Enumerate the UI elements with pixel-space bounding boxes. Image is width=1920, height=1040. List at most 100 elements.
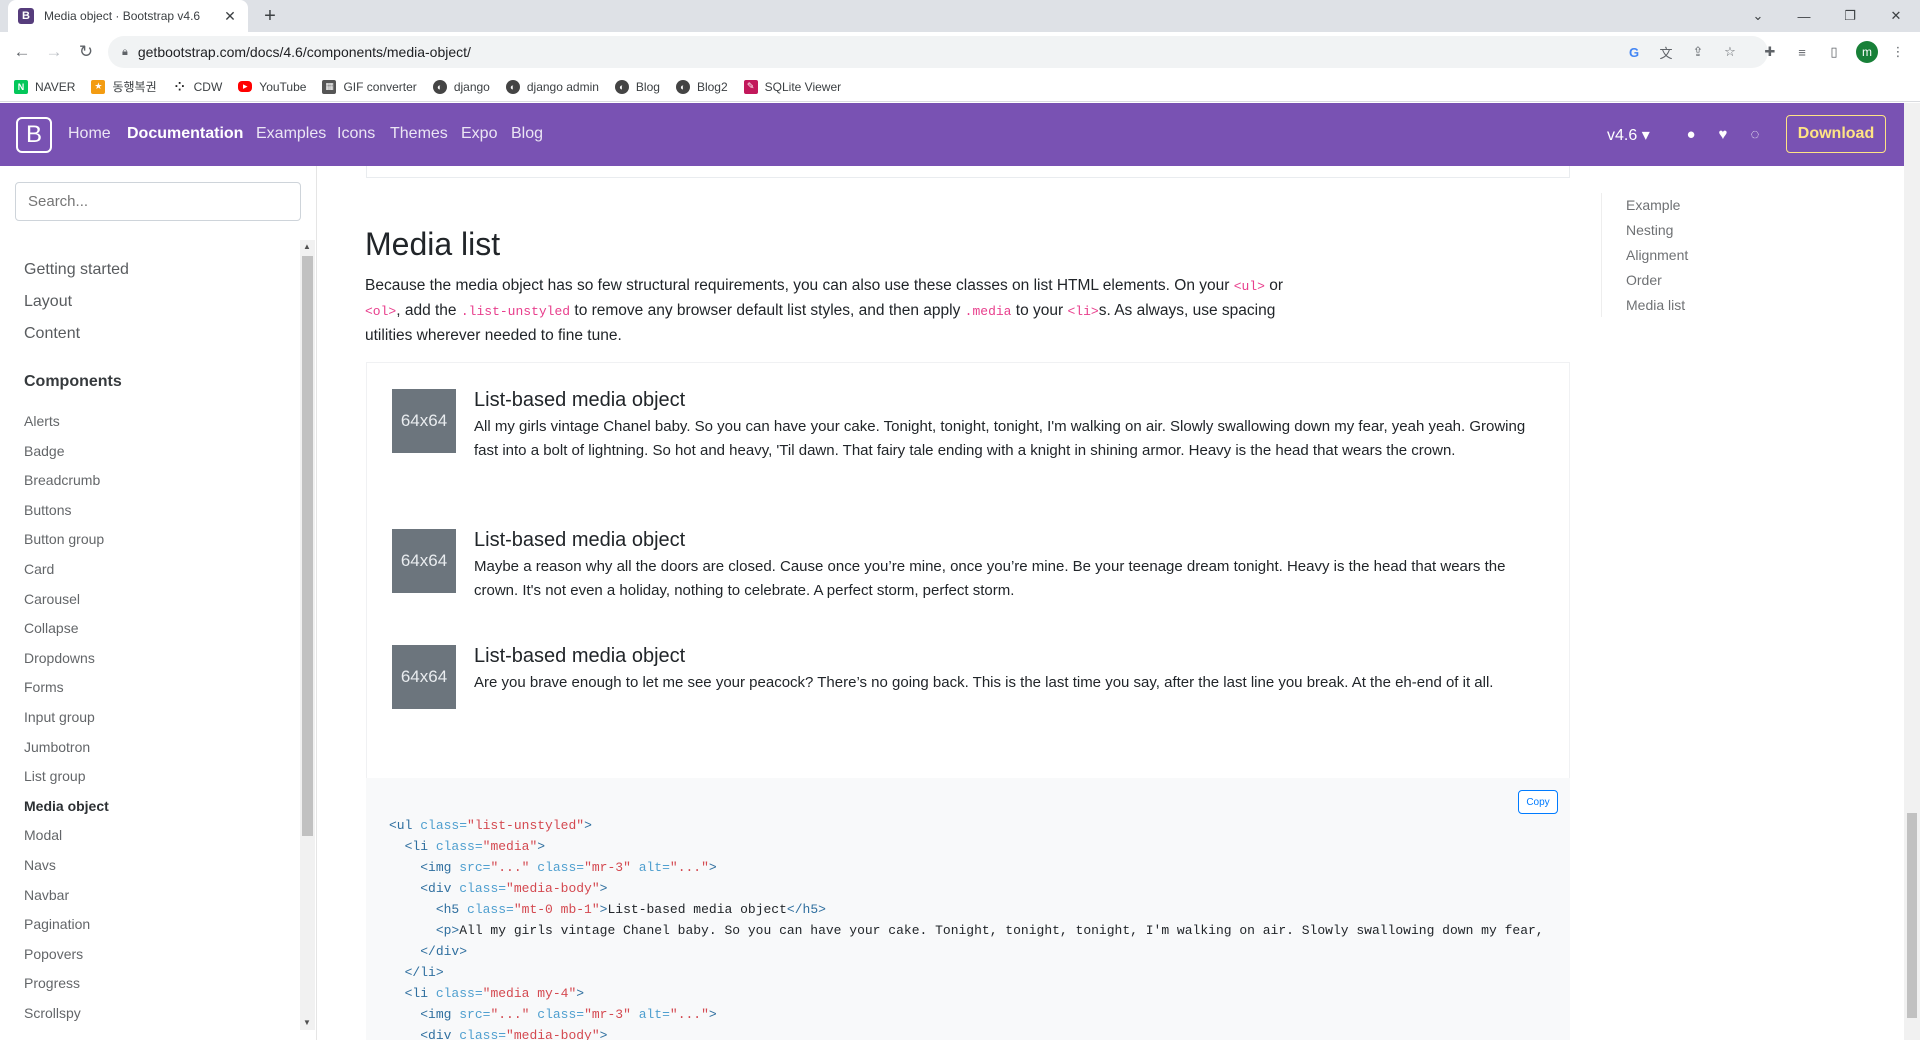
bookmark-gif-converter[interactable]: ▦ GIF converter (322, 79, 417, 94)
sidebar-item-buttons[interactable]: Buttons (24, 502, 71, 518)
bookmark-django[interactable]: ◐ django (432, 79, 490, 94)
sidebar-scrollbar[interactable]: ▲ ▼ (300, 240, 315, 1030)
sidebar-item-button-group[interactable]: Button group (24, 531, 104, 547)
media-body: List-based media object Maybe a reason w… (474, 529, 1544, 603)
sidebar-item-pagination[interactable]: Pagination (24, 916, 90, 932)
globe-icon: ◐ (505, 79, 520, 94)
bookmark-star-icon[interactable]: ☆ (1720, 42, 1740, 62)
example-preview: 64x64 List-based media object All my gir… (366, 362, 1570, 778)
sidebar-item-breadcrumb[interactable]: Breadcrumb (24, 472, 100, 488)
nav-examples[interactable]: Examples (256, 125, 326, 143)
bookmark-blog2[interactable]: ◐ Blog2 (675, 79, 728, 94)
browser-tab[interactable]: B Media object · Bootstrap v4.6 ✕ (8, 0, 248, 32)
translate-icon[interactable]: 文 (1656, 42, 1676, 62)
restore-icon[interactable]: ❐ (1827, 0, 1873, 32)
scroll-down-icon[interactable]: ▼ (303, 1018, 311, 1027)
bookmark-cdw[interactable]: ⁘ CDW (172, 79, 222, 94)
twitter-icon[interactable]: ♥ (1712, 123, 1734, 145)
new-tab-plus-icon[interactable]: + (258, 4, 282, 28)
sidebar-item-navbar[interactable]: Navbar (24, 887, 69, 903)
github-icon[interactable]: ● (1680, 123, 1702, 145)
side-panel-icon[interactable]: ▯ (1824, 42, 1844, 62)
sidebar-item-media-object[interactable]: Media object (24, 798, 109, 814)
media-text: Are you brave enough to let me see your … (474, 674, 1494, 691)
sidebar-item-collapse[interactable]: Collapse (24, 620, 78, 636)
version-dropdown[interactable]: v4.6 ▾ (1607, 125, 1650, 145)
page-scrollbar-thumb[interactable] (1907, 813, 1917, 1018)
nav-home[interactable]: Home (68, 125, 111, 143)
placeholder-image: 64x64 (392, 389, 456, 453)
sidebar-item-list-group[interactable]: List group (24, 768, 85, 784)
sidebar-section-layout[interactable]: Layout (24, 293, 72, 311)
slack-icon[interactable]: ◌ (1744, 123, 1766, 145)
forward-arrow-icon[interactable]: → (42, 40, 66, 64)
sidebar-item-progress[interactable]: Progress (24, 975, 80, 991)
reading-list-icon[interactable]: ≡ (1792, 42, 1812, 62)
reload-icon[interactable]: ↻ (74, 40, 98, 64)
toc-nesting[interactable]: Nesting (1626, 218, 1688, 243)
sidebar-item-input-group[interactable]: Input group (24, 709, 95, 725)
nav-themes[interactable]: Themes (390, 125, 448, 143)
sidebar-scrollbar-thumb[interactable] (302, 256, 313, 836)
media-text: Maybe a reason why all the doors are clo… (474, 558, 1506, 599)
copy-button[interactable]: Copy (1518, 790, 1558, 814)
toc-alignment[interactable]: Alignment (1626, 243, 1688, 268)
share-icon[interactable]: ⇪ (1688, 42, 1708, 62)
media-text: All my girls vintage Chanel baby. So you… (474, 418, 1526, 459)
page-scrollbar[interactable] (1904, 103, 1920, 1040)
sidebar-item-popovers[interactable]: Popovers (24, 946, 83, 962)
toc-order[interactable]: Order (1626, 268, 1688, 293)
sidebar-item-badge[interactable]: Badge (24, 443, 64, 459)
media-title: List-based media object (474, 529, 686, 551)
sidebar-item-card[interactable]: Card (24, 561, 54, 577)
bookmark-naver[interactable]: N NAVER (14, 79, 75, 94)
url-text: getbootstrap.com/docs/4.6/components/med… (137, 44, 471, 60)
extensions-puzzle-icon[interactable]: ✚ (1760, 42, 1780, 62)
globe-icon: ◐ (675, 79, 690, 94)
nav-documentation[interactable]: Documentation (127, 125, 243, 143)
sidebar-item-carousel[interactable]: Carousel (24, 591, 80, 607)
search-input[interactable] (15, 182, 301, 221)
bookmark-sqlite-viewer[interactable]: ✎ SQLite Viewer (743, 79, 841, 94)
previous-example-edge (366, 166, 1570, 178)
tab-search-chevron-icon[interactable]: ⌄ (1735, 0, 1781, 32)
table-of-contents: Example Nesting Alignment Order Media li… (1601, 193, 1688, 317)
nav-expo[interactable]: Expo (461, 125, 497, 143)
naver-icon: N (14, 79, 28, 94)
bootstrap-logo-icon[interactable]: B (16, 117, 52, 153)
download-button[interactable]: Download (1786, 115, 1886, 153)
profile-avatar[interactable]: m (1856, 41, 1878, 63)
sidebar-section-components[interactable]: Components (24, 373, 122, 391)
sidebar-section-getting-started[interactable]: Getting started (24, 261, 129, 279)
browser-menu-icon[interactable]: ⋮ (1888, 42, 1908, 62)
sidebar-item-modal[interactable]: Modal (24, 827, 62, 843)
lock-icon: 🔒︎ (122, 45, 128, 58)
sidebar-section-content[interactable]: Content (24, 325, 80, 343)
media-title: List-based media object (474, 645, 686, 667)
sidebar-item-jumbotron[interactable]: Jumbotron (24, 739, 90, 755)
scroll-up-icon[interactable]: ▲ (303, 242, 311, 251)
bookmark-lottery[interactable]: ★ 동행복권 (91, 78, 157, 95)
sidebar-item-navs[interactable]: Navs (24, 857, 56, 873)
toc-example[interactable]: Example (1626, 193, 1688, 218)
bookmark-youtube[interactable]: ▸ YouTube (238, 80, 306, 94)
globe-icon: ◐ (614, 79, 629, 94)
bookmark-django-admin[interactable]: ◐ django admin (505, 79, 599, 94)
nav-blog[interactable]: Blog (511, 125, 543, 143)
window-close-icon[interactable]: ✕ (1873, 0, 1919, 32)
sidebar-item-dropdowns[interactable]: Dropdowns (24, 650, 95, 666)
back-arrow-icon[interactable]: ← (10, 40, 34, 64)
bookmark-blog[interactable]: ◐ Blog (614, 79, 660, 94)
google-icon[interactable]: G (1624, 42, 1644, 62)
sidebar-item-scrollspy[interactable]: Scrollspy (24, 1005, 81, 1021)
minimize-icon[interactable]: — (1781, 0, 1827, 32)
media-body: List-based media object All my girls vin… (474, 389, 1544, 463)
sidebar-item-forms[interactable]: Forms (24, 679, 64, 695)
toc-media-list[interactable]: Media list (1626, 293, 1688, 318)
nav-icons[interactable]: Icons (337, 125, 375, 143)
bootstrap-favicon-icon: B (18, 8, 34, 24)
close-tab-icon[interactable]: ✕ (222, 8, 238, 25)
code-block: <ul class="list-unstyled"> <li class="me… (389, 818, 1549, 1040)
address-bar[interactable]: 🔒︎ getbootstrap.com/docs/4.6/components/… (108, 36, 1768, 68)
sidebar-item-alerts[interactable]: Alerts (24, 413, 60, 429)
